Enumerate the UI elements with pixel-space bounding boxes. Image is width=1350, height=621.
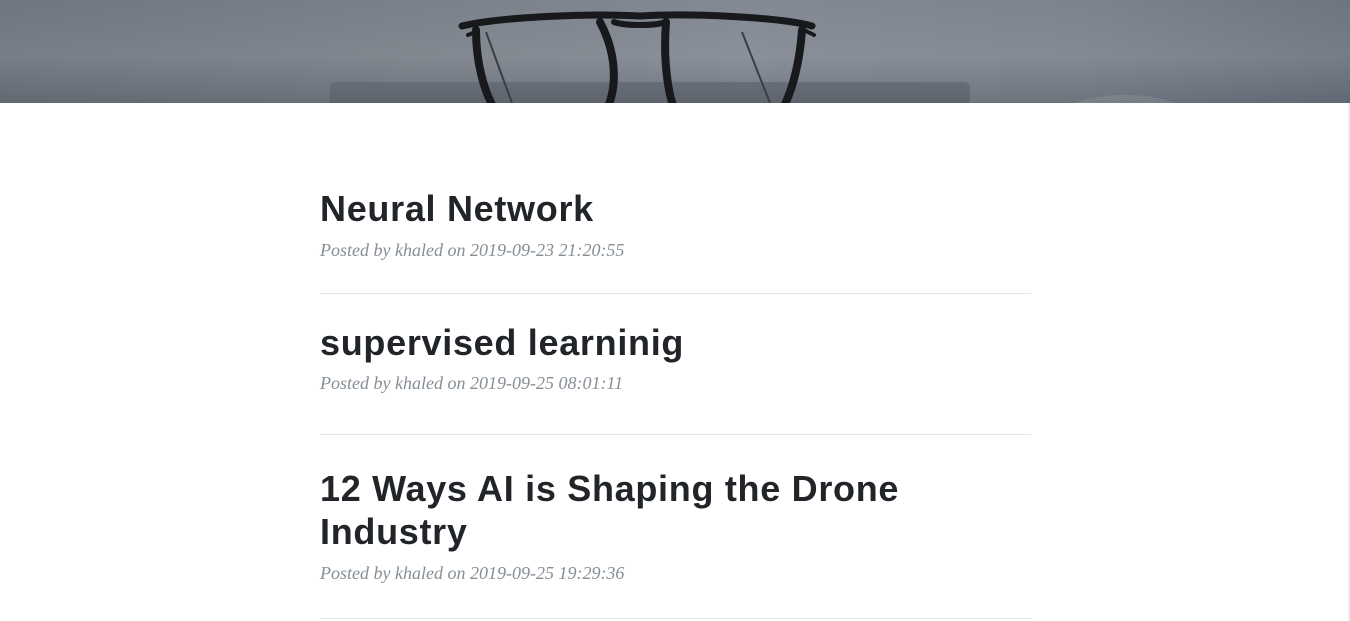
header-image (0, 0, 1350, 103)
post-preview: Neural Network Posted by khaled on 2019-… (320, 103, 1031, 294)
post-preview: 12 Ways AI is Shaping the Drone Industry… (320, 435, 1031, 619)
post-title-link[interactable]: supervised learninig (320, 294, 1031, 364)
post-meta: Posted by khaled on 2019-09-23 21:20:55 (320, 240, 625, 260)
post-meta: Posted by khaled on 2019-09-25 08:01:11 (320, 373, 624, 393)
post-title-link[interactable]: Neural Network (320, 103, 1031, 230)
post-title-link[interactable]: 12 Ways AI is Shaping the Drone Industry (320, 435, 1031, 553)
post-meta: Posted by khaled on 2019-09-25 19:29:36 (320, 563, 625, 583)
post-list: Neural Network Posted by khaled on 2019-… (320, 103, 1031, 619)
glasses-icon (458, 11, 816, 103)
post-preview: supervised learninig Posted by khaled on… (320, 294, 1031, 435)
